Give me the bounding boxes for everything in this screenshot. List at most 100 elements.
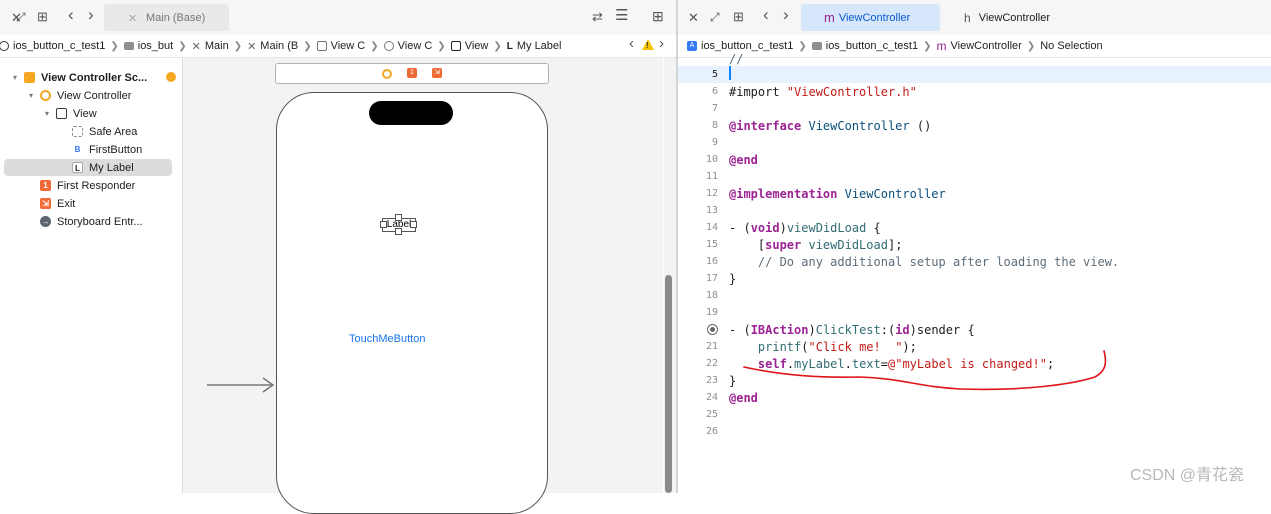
breadcrumb-item-view-controller[interactable]: View C <box>383 40 432 52</box>
breadcrumb-item-scene[interactable]: View C <box>316 40 365 52</box>
expand-icon[interactable]: ⤢ <box>710 10 720 24</box>
line-number[interactable]: 24 <box>678 392 729 403</box>
outline-item-label: FirstButton <box>89 143 143 156</box>
disclosure-icon[interactable]: ▾ <box>10 73 20 82</box>
line-number[interactable]: 16 <box>678 256 729 267</box>
refresh-icon[interactable]: ⇄ <box>592 10 603 24</box>
code-line[interactable]: 15 [super viewDidLoad]; <box>678 236 1271 253</box>
view-controller-icon <box>40 90 51 101</box>
code-line[interactable]: 5 <box>678 66 1271 83</box>
breadcrumb-item-project[interactable]: ios_button_c_test1 <box>0 40 105 52</box>
line-number[interactable]: 25 <box>678 409 729 420</box>
outline-item[interactable]: ▾ View <box>4 105 172 122</box>
code-line[interactable]: 17} <box>678 270 1271 287</box>
back-icon[interactable]: ‹ <box>68 6 74 23</box>
code-text: - (IBAction)ClickTest:(id)sender { <box>729 322 975 337</box>
code-line[interactable]: 14- (void)viewDidLoad { <box>678 219 1271 236</box>
outline-item[interactable]: ▾ View Controller Sc... <box>4 69 176 86</box>
line-number[interactable]: 11 <box>678 171 729 182</box>
code-line[interactable]: 25 <box>678 406 1271 423</box>
outline-item[interactable]: B FirstButton <box>4 141 172 158</box>
line-number[interactable]: 14 <box>678 222 729 233</box>
resize-handle-left[interactable] <box>380 221 387 228</box>
line-number[interactable]: 18 <box>678 290 729 301</box>
disclosure-icon[interactable]: ▾ <box>42 109 52 118</box>
code-line[interactable]: 10 @end <box>678 151 1271 168</box>
resize-handle-bottom[interactable] <box>395 228 402 235</box>
forward-icon[interactable]: › <box>88 6 94 23</box>
view-controller-dock-icon[interactable] <box>382 69 392 79</box>
entry-point-arrow[interactable] <box>207 377 277 396</box>
outline-item[interactable]: Safe Area <box>4 123 172 140</box>
forward-icon[interactable]: › <box>783 6 789 23</box>
resize-handle-right[interactable] <box>410 221 417 228</box>
exit-icon: ⇲ <box>40 198 51 209</box>
tab-viewcontroller-m[interactable]: m ViewController <box>801 4 940 31</box>
add-editor-icon[interactable]: ⊞ <box>652 9 664 23</box>
list-icon[interactable]: ☰ <box>615 8 628 23</box>
line-number[interactable]: 13 <box>678 205 729 216</box>
breadcrumb-item-label[interactable]: L My Label <box>507 40 562 52</box>
tab-viewcontroller-h[interactable]: h ViewController <box>941 4 1081 31</box>
code-text: #import "ViewController.h" <box>729 84 917 99</box>
outline-item[interactable]: 1 First Responder <box>4 177 172 194</box>
line-number[interactable]: 19 <box>678 307 729 318</box>
code-line[interactable]: 13 <box>678 202 1271 219</box>
exit-dock-icon[interactable]: ⇲ <box>432 68 442 78</box>
code-line[interactable]: 12 @implementation ViewController <box>678 185 1271 202</box>
outline-item[interactable]: → Storyboard Entr... <box>4 213 172 230</box>
line-number[interactable]: 6 <box>678 86 729 97</box>
tab-main-base-label: Main (Base) <box>146 11 206 24</box>
outline-item[interactable]: L My Label <box>4 159 172 176</box>
back-icon[interactable]: ‹ <box>629 36 634 51</box>
resize-handle-top[interactable] <box>395 214 402 221</box>
line-number[interactable]: 17 <box>678 273 729 284</box>
line-number[interactable]: 10 <box>678 154 729 165</box>
code-line[interactable]: - (IBAction)ClickTest:(id)sender { <box>678 321 1271 338</box>
canvas-scroll-thumb[interactable] <box>665 275 672 493</box>
code-line[interactable]: 11 <box>678 168 1271 185</box>
breadcrumb-item-storyboard-base[interactable]: ✕ Main (B <box>247 40 298 53</box>
close-tab-icon[interactable]: ✕ <box>128 12 137 25</box>
line-number[interactable]: 9 <box>678 137 729 148</box>
line-number[interactable]: 12 <box>678 188 729 199</box>
code-line[interactable]: 19 <box>678 304 1271 321</box>
back-icon[interactable]: ‹ <box>763 6 769 23</box>
line-number[interactable]: 8 <box>678 120 729 131</box>
code-line[interactable]: 6 #import "ViewController.h" <box>678 83 1271 100</box>
line-number[interactable]: 21 <box>678 341 729 352</box>
code-line[interactable]: // <box>678 50 1271 67</box>
grid-icon[interactable]: ⊞ <box>37 10 48 24</box>
first-responder-dock-icon[interactable]: 1 <box>407 68 417 78</box>
outline-item[interactable]: ▾ View Controller <box>4 87 172 104</box>
close-icon[interactable]: ✕ <box>688 11 699 25</box>
line-number[interactable]: 15 <box>678 239 729 250</box>
connection-dot-icon[interactable] <box>707 323 718 335</box>
code-line[interactable]: 16 // Do any additional setup after load… <box>678 253 1271 270</box>
code-line[interactable]: 18 <box>678 287 1271 304</box>
breadcrumb-separator: ❯ <box>370 40 379 52</box>
line-number[interactable]: 7 <box>678 103 729 114</box>
line-number[interactable]: 22 <box>678 358 729 369</box>
touch-me-button[interactable]: TouchMeButton <box>349 333 425 345</box>
code-line[interactable]: 26 <box>678 423 1271 440</box>
line-number[interactable] <box>678 323 729 337</box>
code-line[interactable]: 7 <box>678 100 1271 117</box>
code-line[interactable]: 8 @interface ViewController () <box>678 117 1271 134</box>
breadcrumb-item-view[interactable]: View <box>450 40 488 52</box>
outline-item-label: Safe Area <box>89 125 138 138</box>
forward-icon[interactable]: › <box>659 36 664 51</box>
code-line[interactable]: 9 <box>678 134 1271 151</box>
breadcrumb-item-folder[interactable]: ios_but <box>123 40 173 52</box>
expand-icon[interactable]: ⤢ <box>16 10 26 24</box>
disclosure-icon[interactable]: ▾ <box>26 91 36 100</box>
iphone-frame[interactable] <box>276 92 548 514</box>
line-number[interactable]: 23 <box>678 375 729 386</box>
tab-main-base[interactable]: ✕ Main (Base) <box>104 4 229 31</box>
grid-icon[interactable]: ⊞ <box>733 10 744 24</box>
line-number[interactable]: 26 <box>678 426 729 437</box>
breadcrumb-item-storyboard[interactable]: ✕ Main <box>192 40 229 53</box>
outline-item[interactable]: ⇲ Exit <box>4 195 172 212</box>
line-number[interactable]: 5 <box>678 69 729 80</box>
folder-icon <box>811 42 822 50</box>
